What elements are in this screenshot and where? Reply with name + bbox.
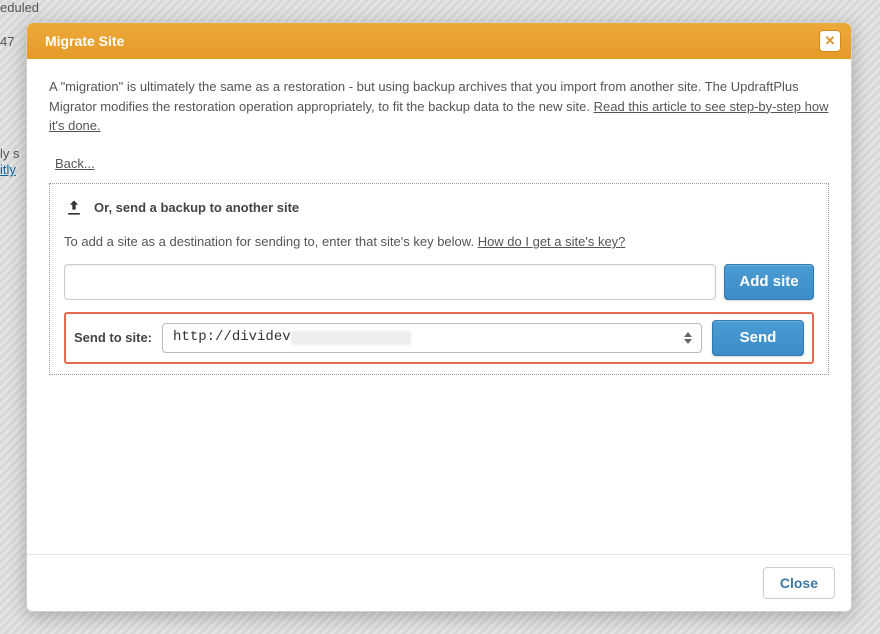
add-site-button[interactable]: Add site: [724, 264, 814, 300]
dialog-title: Migrate Site: [45, 33, 124, 49]
dialog-close-x-button[interactable]: ✕: [819, 30, 841, 52]
panel-desc-text: To add a site as a destination for sendi…: [64, 234, 478, 249]
bg-text-link-fragment[interactable]: itly: [0, 162, 16, 177]
bg-text-fragment: ly s: [0, 146, 20, 161]
upload-icon: [64, 198, 84, 218]
close-button[interactable]: Close: [763, 567, 835, 599]
send-to-site-label: Send to site:: [74, 328, 152, 348]
panel-description: To add a site as a destination for sendi…: [64, 232, 814, 252]
dialog-titlebar: Migrate Site ✕: [27, 23, 851, 59]
intro-paragraph: A "migration" is ultimately the same as …: [49, 77, 829, 136]
migrate-site-dialog: Migrate Site ✕ A "migration" is ultimate…: [26, 22, 852, 612]
select-caret-icon: [681, 329, 695, 347]
site-key-input[interactable]: [64, 264, 716, 300]
send-button[interactable]: Send: [712, 320, 804, 356]
send-to-site-row: Send to site: http://dividev Send: [64, 312, 814, 364]
panel-heading-text: Or, send a backup to another site: [94, 198, 299, 218]
bg-text-fragment: eduled: [0, 0, 39, 15]
get-site-key-link[interactable]: How do I get a site's key?: [478, 234, 626, 249]
selected-site-value: http://dividev: [173, 327, 291, 348]
bg-text-fragment: 47: [0, 34, 14, 49]
back-link[interactable]: Back...: [55, 154, 95, 174]
dialog-content: A "migration" is ultimately the same as …: [27, 59, 851, 554]
panel-heading-row: Or, send a backup to another site: [64, 198, 814, 218]
dialog-footer: Close: [27, 554, 851, 611]
redacted-text: [291, 331, 411, 345]
add-site-row: Add site: [64, 264, 814, 300]
close-icon: ✕: [825, 33, 836, 49]
send-backup-panel: Or, send a backup to another site To add…: [49, 183, 829, 375]
destination-site-select[interactable]: http://dividev: [162, 323, 702, 353]
